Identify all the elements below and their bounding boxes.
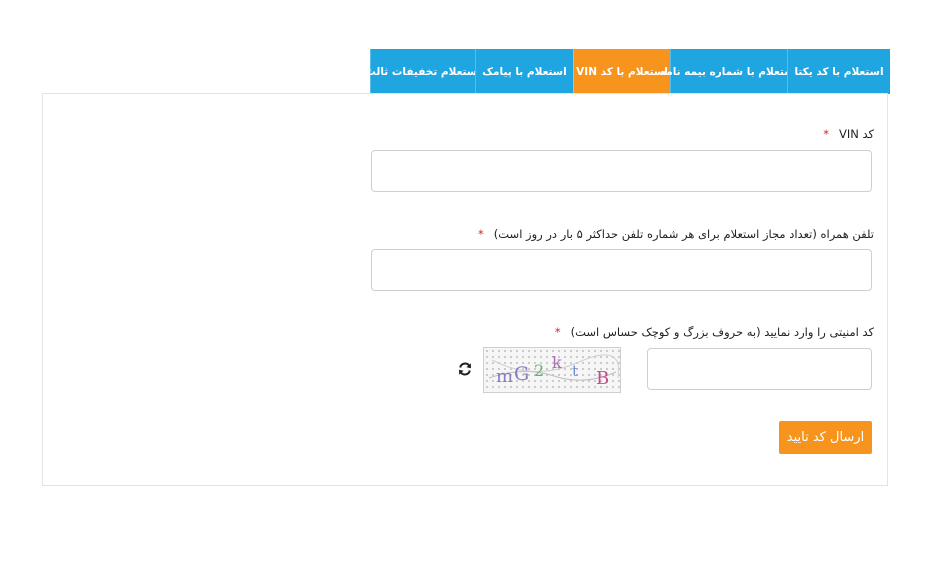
captcha-label-text: کد امنیتی را وارد نمایید (به حروف بزرگ و… [570,325,874,339]
svg-text:k: k [552,353,562,372]
tab-third-party-discounts[interactable]: استعلام تخفیفات ثالث [365,49,481,94]
captcha-label: کد امنیتی را وارد نمایید (به حروف بزرگ و… [555,325,874,339]
svg-text:m: m [496,366,513,387]
captcha-input[interactable] [647,348,872,390]
captcha-image: m G 2 k t B [483,347,621,393]
captcha-image-graphic: m G 2 k t B [488,353,620,389]
svg-text:2: 2 [534,361,544,380]
svg-text:G: G [514,363,529,385]
tab-sms[interactable]: استعلام با پیامک [475,49,573,94]
svg-text:B: B [596,368,609,389]
tab-vin-code[interactable]: استعلام با کد VIN [573,49,670,94]
phone-input[interactable] [371,249,872,291]
required-marker: * [478,227,484,241]
required-marker: * [554,325,561,339]
inquiry-tabs: استعلام با کد یکتا استعلام با شماره بیمه… [365,49,890,94]
svg-text:t: t [572,362,578,380]
phone-label: تلفن همراه (تعداد مجاز استعلام برای هر ش… [478,227,874,241]
refresh-icon-graphic [459,362,471,376]
page: استعلام با کد یکتا استعلام با شماره بیمه… [0,0,936,564]
send-verification-button[interactable]: ارسال کد تایید [779,421,872,454]
required-marker: * [823,127,829,141]
phone-label-text: تلفن همراه (تعداد مجاز استعلام برای هر ش… [493,227,874,241]
vin-label-text: کد VIN [838,127,874,141]
tab-unique-code[interactable]: استعلام با کد یکتا [787,49,890,94]
tab-policy-number[interactable]: استعلام با شماره بیمه نامه [660,49,798,94]
refresh-icon[interactable] [456,360,474,378]
vin-label: کد VIN * [823,127,874,141]
vin-input[interactable] [371,150,872,192]
